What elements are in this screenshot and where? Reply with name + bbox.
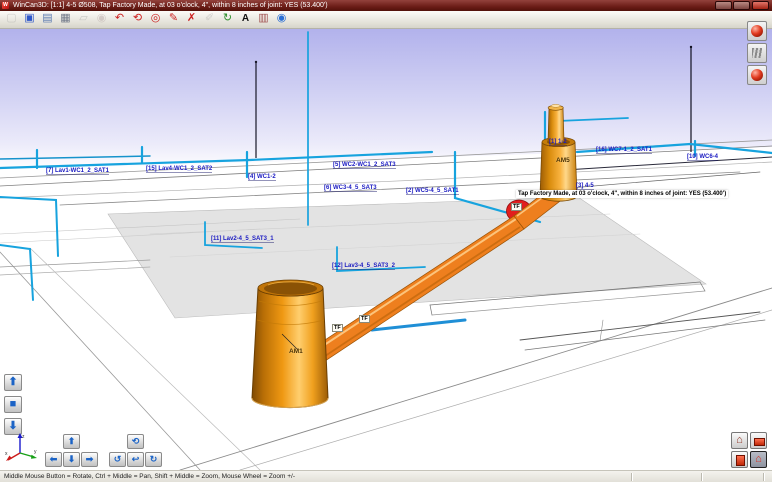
pipe-label: [3] 4-5 — [576, 183, 594, 190]
pipe-label: [4] WC1-2 — [248, 174, 276, 181]
camera-stop-button[interactable]: ■ — [4, 396, 22, 413]
pan-up-button[interactable]: ⬆ — [63, 434, 80, 449]
red-ball-view-button-2[interactable] — [747, 65, 767, 85]
pipe-label: [15] Lav4-WC1_2_SAT2 — [146, 166, 212, 173]
pipe-label: [2] WC5-4_5_SAT1 — [406, 188, 459, 195]
camera-panel-button[interactable] — [747, 43, 767, 63]
pipe-label: [6] WC3-4_5_SAT3 — [324, 185, 377, 192]
status-separator — [631, 473, 632, 481]
new-icon: ▢ — [3, 11, 20, 27]
manhole-am1[interactable] — [252, 280, 328, 408]
pipe-label: [5] WC2-WC1_2_SAT3 — [333, 162, 396, 169]
measure-icon[interactable]: ✎ — [165, 11, 182, 27]
title-bar[interactable]: W WinCan3D: [1:1] 4-5 Ø508, Tap Factory … — [0, 0, 772, 11]
rotate-reset-button[interactable]: ⟲ — [127, 434, 144, 449]
help-icon[interactable]: ◉ — [273, 11, 290, 27]
svg-text:z: z — [22, 434, 25, 440]
marker-icon[interactable]: ✗ — [183, 11, 200, 27]
top-view-icon — [754, 438, 765, 446]
sky-gradient — [0, 29, 772, 170]
undo-icon[interactable]: ↶ — [111, 11, 128, 27]
svg-text:x: x — [5, 451, 8, 457]
red-ball-view-button[interactable] — [747, 21, 767, 41]
status-separator — [701, 473, 702, 481]
pipe-label: [10] WC6-4 — [687, 154, 718, 161]
report-icon[interactable]: ▥ — [255, 11, 272, 27]
svg-text:y: y — [34, 449, 37, 455]
tf-marker-label: TF — [511, 203, 522, 211]
iso-view-button[interactable]: ⌂ — [750, 451, 767, 468]
red-ball-icon — [751, 25, 763, 37]
panel-icon — [752, 48, 762, 58]
snapshot-icon: ◉ — [93, 11, 110, 27]
close-button[interactable] — [752, 1, 769, 10]
pipe-label: [11] Lav2-4_5_SAT3_1 — [211, 236, 274, 243]
observation-tooltip: Tap Factory Made, at 03 o'clock, 4", wit… — [516, 190, 728, 198]
draw-icon: ✐ — [201, 11, 218, 27]
pan-left-button[interactable]: ⬅ — [45, 452, 62, 467]
camera-icon: ▱ — [75, 11, 92, 27]
refresh-icon[interactable]: ↻ — [219, 11, 236, 27]
wincan3d-window: W WinCan3D: [1:1] 4-5 Ø508, Tap Factory … — [0, 0, 772, 482]
window-title: WinCan3D: [1:1] 4-5 Ø508, Tap Factory Ma… — [13, 0, 328, 11]
pipe-label: [7] Lav1-WC1_2_SAT1 — [46, 168, 109, 175]
status-separator — [763, 473, 764, 481]
rotate-view-icon[interactable]: ⟲ — [129, 11, 146, 27]
manhole-label-am5: AM5 — [556, 157, 570, 164]
rotate-back-button[interactable]: ↩ — [127, 452, 144, 467]
pipe-label: [12] Lav3-4_5_SAT3_2 — [332, 263, 395, 270]
rotate-right-button[interactable]: ↻ — [145, 452, 162, 467]
3d-scene-canvas[interactable] — [0, 29, 772, 470]
main-toolbar: ▢▣▤▦▱◉↶⟲◎✎✗✐↻A▥◉ — [0, 11, 772, 29]
axis-indicator: z x y — [4, 431, 40, 461]
pipe-label: [1] 1-2 — [549, 139, 567, 146]
pan-right-button[interactable]: ➡ — [81, 452, 98, 467]
print-icon[interactable]: ▦ — [57, 11, 74, 27]
red-ball-icon — [751, 69, 763, 81]
app-icon: W — [2, 2, 9, 9]
camera-up-button[interactable]: ⬆ — [4, 374, 22, 391]
rotate-left-button[interactable]: ↺ — [109, 452, 126, 467]
tf-marker-label: TF — [359, 315, 370, 323]
status-bar: Middle Mouse Button = Rotate, Ctrl + Mid… — [0, 470, 772, 482]
3d-viewport[interactable]: [7] Lav1-WC1_2_SAT1 [15] Lav4-WC1_2_SAT2 [… — [0, 29, 772, 470]
pan-down-button[interactable]: ⬇ — [63, 452, 80, 467]
save-icon[interactable]: ▣ — [21, 11, 38, 27]
home-view-button[interactable]: ⌂ — [731, 432, 748, 449]
zoom-region-icon[interactable]: ◎ — [147, 11, 164, 27]
status-hint-text: Middle Mouse Button = Rotate, Ctrl + Mid… — [4, 471, 295, 482]
front-view-icon — [736, 455, 745, 466]
minimize-button[interactable] — [715, 1, 732, 10]
manhole-label-am1: AM1 — [289, 348, 303, 355]
pipe-label: [16] WC7-1_2_SAT1 — [596, 147, 652, 154]
text-label-icon[interactable]: A — [237, 11, 254, 27]
maximize-button[interactable] — [733, 1, 750, 10]
front-view-button[interactable] — [731, 451, 748, 468]
tf-marker-label: TF — [332, 324, 343, 332]
export-icon[interactable]: ▤ — [39, 11, 56, 27]
top-view-button[interactable] — [750, 432, 767, 449]
